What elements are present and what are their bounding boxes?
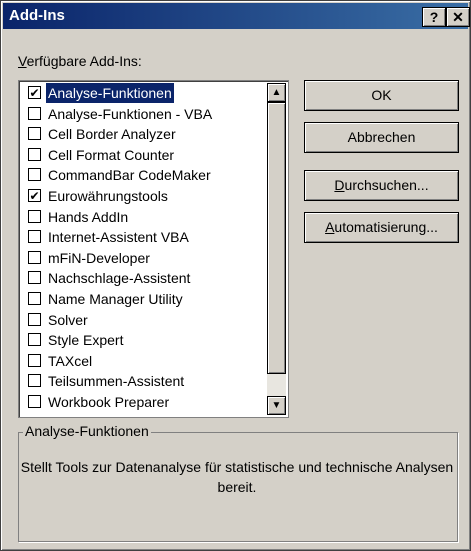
addin-checkbox[interactable] (28, 291, 41, 305)
addin-item[interactable]: CommandBar CodeMaker (21, 165, 266, 186)
add-ins-dialog: Add-Ins ? ✕ Verfügbare Add-Ins: ✔ Analyse… (0, 0, 471, 551)
addin-label: Nachschlage-Assistent (48, 270, 191, 287)
addin-item[interactable]: Teilsummen-Assistent (21, 371, 266, 392)
addin-item[interactable]: Analyse-Funktionen - VBA (21, 104, 266, 125)
addin-item[interactable]: ✔ Analyse-Funktionen (21, 83, 266, 104)
addin-item[interactable]: Workbook Preparer (21, 392, 266, 413)
addin-label: Cell Border Analyzer (48, 126, 176, 143)
help-button[interactable]: ? (422, 7, 446, 27)
browse-button[interactable]: Durchsuchen... (304, 170, 459, 201)
addin-checkbox[interactable] (28, 312, 41, 326)
available-addins-label-text: erfügbare Add-Ins: (26, 53, 142, 69)
addin-item[interactable]: Name Manager Utility (21, 289, 266, 310)
description-title: Analyse-Funktionen (23, 423, 151, 439)
addin-item[interactable]: Hands AddIn (21, 207, 266, 228)
addin-label: Eurowährungstools (48, 187, 168, 204)
addin-label: Internet-Assistent VBA (48, 229, 189, 246)
automation-button-label: utomatisierung... (334, 219, 438, 235)
addin-checkbox[interactable] (28, 374, 41, 388)
addin-item[interactable]: Style Expert (21, 330, 266, 351)
available-addins-label: Verfügbare Add-Ins: (18, 53, 142, 69)
addin-checkbox[interactable] (28, 106, 41, 120)
checkmark-icon: ✔ (29, 188, 40, 203)
addin-checkbox[interactable] (28, 168, 41, 182)
close-icon: ✕ (452, 9, 464, 25)
addin-label: Workbook Preparer (48, 393, 170, 410)
addin-item[interactable]: mFiN-Developer (21, 248, 266, 269)
addin-label: Analyse-Funktionen - VBA (48, 105, 213, 122)
addin-checkbox[interactable] (28, 127, 41, 141)
addin-item[interactable]: Nachschlage-Assistent (21, 268, 266, 289)
addin-item[interactable]: Cell Format Counter (21, 145, 266, 166)
addin-label: CommandBar CodeMaker (48, 167, 211, 184)
addin-checkbox[interactable]: ✔ (28, 86, 41, 99)
addin-label: Analyse-Funktionen (45, 83, 175, 104)
window-title: Add-Ins (9, 7, 65, 24)
addin-checkbox[interactable]: ✔ (28, 188, 41, 203)
addin-checkbox[interactable] (28, 209, 41, 223)
addin-label: Cell Format Counter (48, 146, 175, 163)
list-scrollbar[interactable]: ▲ ▼ (267, 83, 286, 415)
automation-button[interactable]: Automatisierung... (304, 212, 459, 243)
ok-button[interactable]: OK (304, 80, 459, 111)
available-addins-label-accesskey: V (18, 53, 27, 69)
addins-listbox[interactable]: ✔ Analyse-Funktionen Analyse-Funktionen - … (18, 80, 289, 418)
scroll-up-icon: ▲ (271, 87, 282, 98)
scroll-up-button[interactable]: ▲ (267, 83, 286, 102)
scroll-thumb[interactable] (267, 102, 286, 374)
browse-button-label: urchsuchen... (344, 177, 429, 193)
addin-checkbox[interactable] (28, 394, 41, 408)
addins-list: ✔ Analyse-Funktionen Analyse-Funktionen - … (21, 83, 266, 413)
addin-item[interactable]: TAXcel (21, 351, 266, 372)
addin-checkbox[interactable] (28, 353, 41, 367)
close-button[interactable]: ✕ (446, 7, 470, 27)
addin-checkbox[interactable] (28, 333, 41, 347)
addin-item[interactable]: Solver (21, 310, 266, 331)
addin-label: TAXcel (48, 352, 93, 369)
browse-button-accesskey: D (334, 177, 345, 193)
addin-checkbox[interactable] (28, 230, 41, 244)
addin-checkbox[interactable] (28, 271, 41, 285)
cancel-button[interactable]: Abbrechen (304, 122, 459, 153)
addin-label: mFiN-Developer (48, 249, 150, 266)
addin-label: Solver (48, 311, 88, 328)
addin-item[interactable]: Internet-Assistent VBA (21, 227, 266, 248)
addin-item[interactable]: Cell Border Analyzer (21, 124, 266, 145)
addin-label: Name Manager Utility (48, 290, 183, 307)
addin-label: Style Expert (48, 332, 124, 349)
addin-item[interactable]: ✔ Eurowährungstools (21, 186, 266, 207)
title-bar[interactable]: Add-Ins ? ✕ (3, 3, 470, 29)
scroll-down-icon: ▼ (271, 400, 282, 411)
checkmark-icon: ✔ (29, 86, 40, 100)
addin-label: Teilsummen-Assistent (48, 373, 185, 390)
addin-checkbox[interactable] (28, 250, 41, 264)
scroll-down-button[interactable]: ▼ (267, 396, 286, 415)
addin-label: Hands AddIn (48, 208, 129, 225)
addin-checkbox[interactable] (28, 147, 41, 161)
description-text: Stellt Tools zur Datenanalyse für statis… (20, 459, 454, 495)
